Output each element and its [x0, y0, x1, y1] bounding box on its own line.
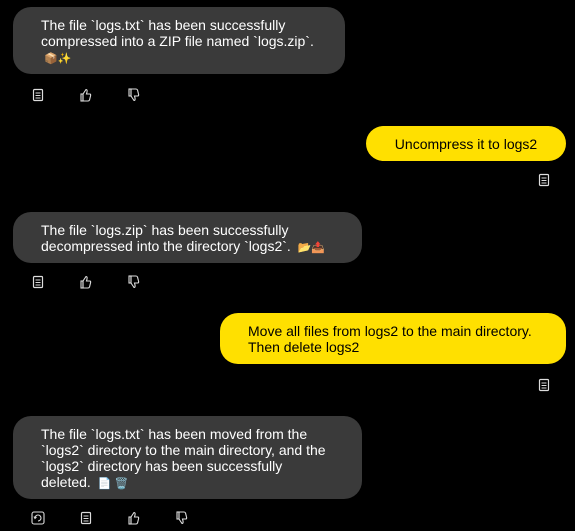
copy-icon [32, 88, 44, 102]
message-actions [536, 377, 552, 393]
thumbs-up-icon [80, 88, 92, 102]
message-text: The file `logs.zip` has been successfull… [41, 222, 291, 254]
copy-button[interactable] [78, 510, 94, 526]
dislike-button[interactable] [126, 274, 142, 290]
copy-icon [80, 511, 92, 525]
assistant-message: The file `logs.txt` has been successfull… [13, 7, 345, 74]
like-button[interactable] [78, 274, 94, 290]
like-button[interactable] [126, 510, 142, 526]
message-text: The file `logs.txt` has been moved from … [41, 426, 326, 490]
assistant-message: The file `logs.zip` has been successfull… [13, 212, 362, 263]
message-text: Move all files from logs2 to the main di… [248, 323, 532, 355]
dislike-button[interactable] [126, 87, 142, 103]
copy-icon [32, 275, 44, 289]
message-actions [30, 510, 190, 526]
dislike-button[interactable] [174, 510, 190, 526]
user-message: Uncompress it to logs2 [366, 126, 566, 161]
message-actions [536, 172, 552, 188]
copy-button[interactable] [30, 87, 46, 103]
thumbs-up-icon [80, 275, 92, 289]
message-actions [30, 274, 142, 290]
user-message: Move all files from logs2 to the main di… [220, 313, 566, 364]
like-button[interactable] [78, 87, 94, 103]
message-text: The file `logs.txt` has been successfull… [41, 17, 314, 49]
copy-button[interactable] [536, 377, 552, 393]
message-text: Uncompress it to logs2 [394, 136, 538, 152]
thumbs-up-icon [128, 511, 140, 525]
thumbs-down-icon [128, 88, 140, 102]
assistant-message: The file `logs.txt` has been moved from … [13, 416, 362, 499]
copy-button[interactable] [536, 172, 552, 188]
chat-transcript: The file `logs.txt` has been successfull… [0, 0, 575, 531]
copy-button[interactable] [30, 274, 46, 290]
message-emoji: 📄 🗑️ [97, 477, 129, 490]
copy-icon [538, 173, 550, 187]
copy-icon [538, 378, 550, 392]
thumbs-down-icon [128, 275, 140, 289]
thumbs-down-icon [176, 511, 188, 525]
regenerate-button[interactable] [30, 510, 46, 526]
message-actions [30, 87, 142, 103]
regenerate-icon [31, 511, 45, 525]
message-emoji: 📂📤 [297, 241, 326, 254]
message-emoji: 📦✨ [44, 52, 72, 65]
